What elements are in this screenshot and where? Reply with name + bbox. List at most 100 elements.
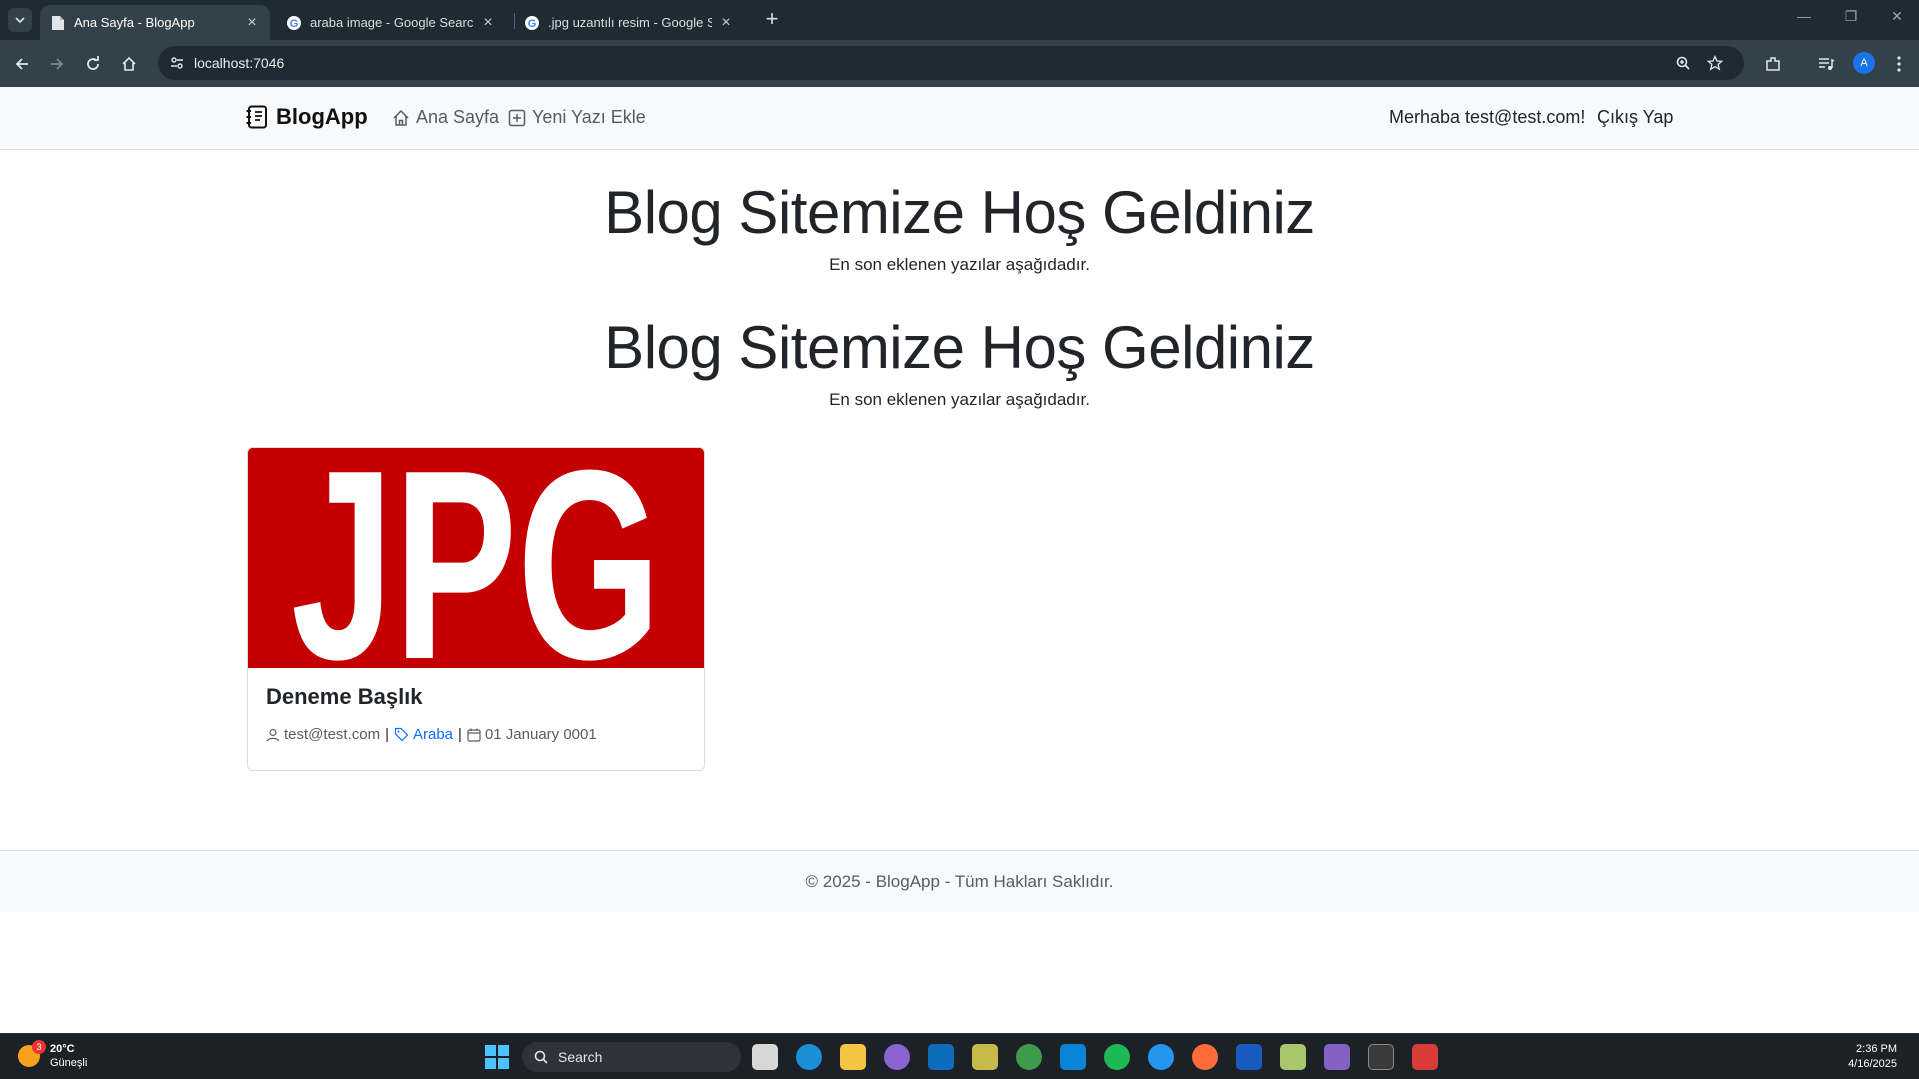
user-greeting: Merhaba test@test.com! <box>1389 107 1586 127</box>
site-footer: © 2025 - BlogApp - Tüm Hakları Saklıdır. <box>0 850 1919 912</box>
system-clock[interactable]: 2:36 PM 4/16/2025 <box>1848 1042 1897 1072</box>
home-button[interactable] <box>117 52 141 76</box>
tab-title: Ana Sayfa - BlogApp <box>74 15 195 30</box>
docker-icon[interactable] <box>1148 1044 1174 1070</box>
nav-new-post-link[interactable]: Yeni Yazı Ekle <box>508 107 646 128</box>
sun-icon: 3 <box>18 1040 46 1067</box>
tab-araba-image[interactable]: G araba image - Google Search × <box>276 5 506 40</box>
search-icon <box>534 1050 548 1064</box>
meta-separator: | <box>385 726 389 743</box>
close-tab-icon[interactable]: × <box>718 14 734 32</box>
jpg-image-text: JPG <box>291 448 661 668</box>
brand-link[interactable]: BlogApp <box>246 104 368 130</box>
bookmark-star-icon[interactable] <box>1706 54 1724 72</box>
post-date: 01 January 0001 <box>484 726 597 743</box>
tag-icon <box>394 727 409 742</box>
app-icon[interactable] <box>1412 1044 1438 1070</box>
weather-description: Güneşli <box>50 1057 88 1069</box>
post-author: test@test.com <box>284 726 381 743</box>
hero-title: Blog Sitemize Hoş Geldiniz <box>604 179 1315 246</box>
svg-text:G: G <box>290 18 299 30</box>
new-tab-button[interactable]: + <box>760 8 784 32</box>
calendar-icon <box>467 728 481 742</box>
site-navbar: BlogApp Ana Sayfa Yeni Yazı Ekle Merhaba… <box>0 87 1919 150</box>
tab-search-button[interactable] <box>8 8 32 32</box>
tab-title: .jpg uzantılı resim - Google Search <box>548 15 712 30</box>
postman-icon[interactable] <box>1192 1044 1218 1070</box>
zoom-icon[interactable] <box>1674 54 1692 72</box>
tab-ana-sayfa[interactable]: Ana Sayfa - BlogApp × <box>40 5 270 40</box>
tab-jpg-resim[interactable]: G .jpg uzantılı resim - Google Search × <box>514 5 744 40</box>
post-meta: test@test.com | Araba | 01 January 0001 <box>266 726 597 743</box>
url-text: localhost:7046 <box>194 55 285 71</box>
profile-avatar[interactable]: A <box>1853 52 1875 74</box>
arrow-left-icon <box>15 58 28 70</box>
task-view-icon[interactable] <box>752 1044 778 1070</box>
notepad-icon[interactable] <box>1280 1044 1306 1070</box>
vscode-icon[interactable] <box>1060 1044 1086 1070</box>
weather-widget[interactable]: 3 20°C Güneşli <box>18 1040 88 1070</box>
arrow-right-icon <box>51 58 64 70</box>
visual-studio-icon[interactable] <box>1324 1044 1350 1070</box>
close-window-icon[interactable]: ✕ <box>1882 8 1912 25</box>
word-icon[interactable] <box>1236 1044 1262 1070</box>
meta-separator: | <box>458 726 462 743</box>
close-tab-icon[interactable]: × <box>480 14 496 32</box>
windows-start-icon[interactable] <box>485 1045 509 1069</box>
google-icon: G <box>524 15 540 31</box>
taskbar-search[interactable]: Search <box>522 1042 741 1072</box>
minimize-icon[interactable]: — <box>1789 8 1819 24</box>
copilot-icon[interactable] <box>884 1044 910 1070</box>
hero-subtitle: En son eklenen yazılar aşağıdadır. <box>829 390 1090 409</box>
close-tab-icon[interactable]: × <box>244 14 260 32</box>
post-image[interactable]: JPG <box>248 448 704 668</box>
chrome-icon[interactable] <box>1016 1044 1042 1070</box>
hero-title: Blog Sitemize Hoş Geldiniz <box>604 314 1315 381</box>
forward-button[interactable] <box>45 52 69 76</box>
site-settings-icon[interactable] <box>168 54 186 72</box>
address-bar[interactable]: localhost:7046 <box>158 46 1744 80</box>
menu-kebab-icon[interactable] <box>1887 52 1911 76</box>
terminal-icon[interactable] <box>1368 1044 1394 1070</box>
hero-section: Blog Sitemize Hoş Geldiniz En son eklene… <box>0 177 1919 275</box>
person-icon <box>266 728 280 741</box>
notification-badge: 3 <box>32 1040 46 1054</box>
post-category-link[interactable]: Araba <box>413 726 453 743</box>
back-button[interactable] <box>10 52 34 76</box>
reload-icon <box>87 56 99 70</box>
logout-link[interactable]: Çıkış Yap <box>1597 107 1673 128</box>
google-icon: G <box>286 15 302 31</box>
jpg-image: JPG <box>248 448 704 668</box>
post-card[interactable]: JPG Deneme Başlık test@test.com | Araba … <box>247 447 705 771</box>
browser-tab-bar: Ana Sayfa - BlogApp × G araba image - Go… <box>0 0 1919 40</box>
windows-taskbar: 3 20°C Güneşli Search 2:36 PM 4/16/2025 <box>0 1033 1919 1079</box>
page-icon <box>50 15 66 31</box>
file-explorer-icon[interactable] <box>840 1044 866 1070</box>
browser-toolbar: localhost:7046 A <box>0 40 1919 87</box>
snipping-tool-icon[interactable] <box>972 1044 998 1070</box>
plus-square-icon <box>508 109 526 126</box>
clock-time: 2:36 PM <box>1856 1043 1897 1055</box>
chevron-down-icon <box>15 17 25 24</box>
taskbar-search-label: Search <box>558 1049 603 1065</box>
svg-text:G: G <box>528 18 537 30</box>
nav-home-link[interactable]: Ana Sayfa <box>392 107 499 128</box>
media-control-icon[interactable] <box>1814 52 1838 76</box>
clock-date: 4/16/2025 <box>1848 1058 1897 1070</box>
footer-text: © 2025 - BlogApp - Tüm Hakları Saklıdır. <box>805 872 1114 891</box>
reload-button[interactable] <box>81 52 105 76</box>
post-title[interactable]: Deneme Başlık <box>266 684 423 710</box>
nav-new-post-label: Yeni Yazı Ekle <box>532 107 646 127</box>
extensions-icon[interactable] <box>1761 52 1785 76</box>
brand-name: BlogApp <box>276 104 368 129</box>
hero-section-duplicate: Blog Sitemize Hoş Geldiniz En son eklene… <box>0 312 1919 410</box>
spotify-icon[interactable] <box>1104 1044 1130 1070</box>
edge-icon[interactable] <box>796 1044 822 1070</box>
house-icon <box>393 109 409 126</box>
restore-icon[interactable]: ❐ <box>1836 8 1866 25</box>
page-viewport: BlogApp Ana Sayfa Yeni Yazı Ekle Merhaba… <box>0 87 1919 1033</box>
home-icon <box>122 56 136 71</box>
hero-subtitle: En son eklenen yazılar aşağıdadır. <box>829 255 1090 274</box>
outlook-icon[interactable] <box>928 1044 954 1070</box>
weather-temperature: 20°C <box>50 1043 75 1055</box>
